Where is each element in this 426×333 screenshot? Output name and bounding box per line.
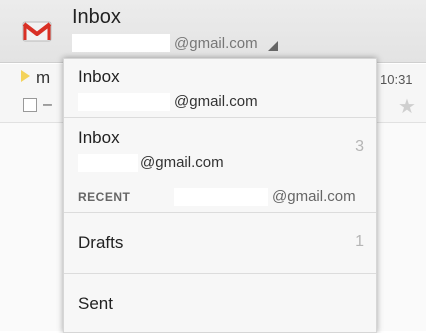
snippet-text: – — [43, 96, 52, 113]
account-switcher[interactable]: @gmail.com — [72, 34, 312, 54]
dropdown-item-sent[interactable]: Sent — [64, 274, 376, 332]
dropdown-item-label: Inbox — [78, 67, 120, 86]
account-email: @gmail.com — [174, 35, 258, 52]
dropdown-caret-icon[interactable] — [268, 41, 278, 51]
redacted-email-block — [174, 188, 268, 206]
redacted-email-block — [78, 154, 138, 172]
redacted-email-block — [72, 34, 170, 52]
gmail-logo-icon[interactable] — [22, 20, 52, 42]
dropdown-item-drafts[interactable]: Drafts 1 — [64, 213, 376, 274]
importance-marker-icon[interactable] — [21, 70, 30, 82]
account-folder-dropdown: Inbox @gmail.com Inbox @gmail.com 3 RECE… — [63, 58, 377, 333]
dropdown-item-label: Drafts — [78, 233, 124, 252]
conversation-time: 10:31 — [380, 72, 413, 87]
sender-text: m — [36, 68, 51, 87]
drafts-count: 1 — [355, 233, 364, 250]
star-icon[interactable]: ★ — [398, 94, 416, 119]
dropdown-item-inbox-account-2[interactable]: Inbox @gmail.com 3 RECENT @gmail.com — [64, 118, 376, 213]
recent-label: RECENT — [78, 190, 131, 204]
recent-row[interactable]: RECENT @gmail.com — [64, 184, 376, 210]
dropdown-item-email: @gmail.com — [174, 93, 258, 110]
dropdown-item-label: Sent — [78, 294, 113, 313]
dropdown-item-inbox-account-1[interactable]: Inbox @gmail.com — [64, 59, 376, 118]
select-checkbox[interactable] — [23, 98, 37, 112]
account-title[interactable]: Inbox — [72, 6, 121, 29]
action-bar: Inbox @gmail.com — [0, 0, 426, 63]
unread-count: 3 — [355, 138, 364, 155]
dropdown-item-email: @gmail.com — [140, 154, 224, 171]
dropdown-item-label: Inbox — [78, 128, 120, 147]
recent-email: @gmail.com — [272, 188, 356, 205]
redacted-email-block — [78, 93, 170, 111]
